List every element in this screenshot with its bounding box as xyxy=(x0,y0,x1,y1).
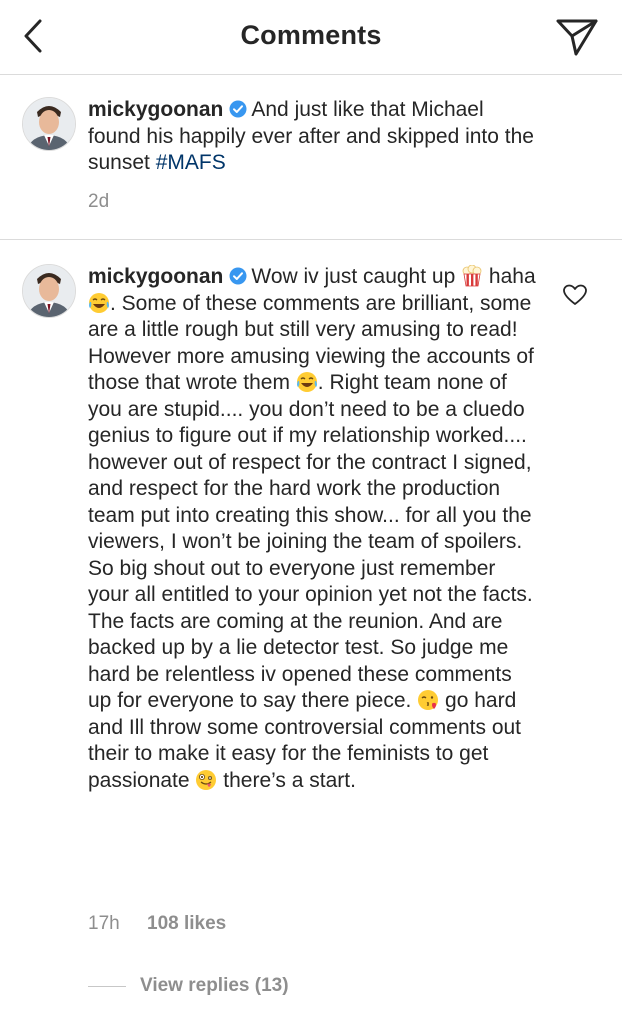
caption-text: mickygoonan And just like that Michael fo… xyxy=(88,97,538,177)
hashtag-link[interactable]: #MAFS xyxy=(156,151,226,174)
profile-photo-icon xyxy=(23,98,75,150)
popcorn-emoji-icon xyxy=(462,265,482,287)
verified-badge-icon xyxy=(229,267,247,285)
post-caption: mickygoonan And just like that Michael fo… xyxy=(0,75,622,240)
replies-divider xyxy=(88,985,126,987)
header-bar: Comments xyxy=(0,0,622,75)
comment-text: mickygoonan Wow iv just caught up haha . … xyxy=(88,264,538,794)
kissing-heart-emoji-icon xyxy=(418,690,439,710)
share-button[interactable] xyxy=(554,14,600,58)
paper-plane-icon xyxy=(556,19,598,56)
comment-username[interactable]: mickygoonan xyxy=(88,265,223,288)
page-title: Comments xyxy=(240,20,382,50)
profile-photo-icon xyxy=(23,265,75,317)
view-replies-label: View replies (13) xyxy=(140,975,289,996)
comment-body-2: haha xyxy=(483,265,542,288)
comment-body-4: . Right team none of you are stupid.... … xyxy=(88,371,539,712)
comment-likes[interactable]: 108 likes xyxy=(147,913,226,935)
tears-of-joy-emoji-icon xyxy=(296,372,317,392)
comment-avatar[interactable] xyxy=(22,264,76,318)
comment-body-1: Wow iv just caught up xyxy=(251,265,462,288)
caption-username[interactable]: mickygoonan xyxy=(88,98,223,121)
heart-icon xyxy=(563,284,587,305)
view-replies-button[interactable]: View replies (13) xyxy=(88,972,289,1000)
avatar[interactable] xyxy=(22,97,76,151)
verified-badge-icon xyxy=(229,100,247,118)
zany-face-emoji-icon xyxy=(196,769,217,790)
comment-body-6: there’s a start. xyxy=(217,768,356,792)
tears-of-joy-emoji-icon xyxy=(89,292,109,313)
comment-timestamp: 17h xyxy=(88,913,120,934)
caption-timestamp: 2d xyxy=(88,191,110,212)
like-comment-button[interactable] xyxy=(562,283,588,307)
